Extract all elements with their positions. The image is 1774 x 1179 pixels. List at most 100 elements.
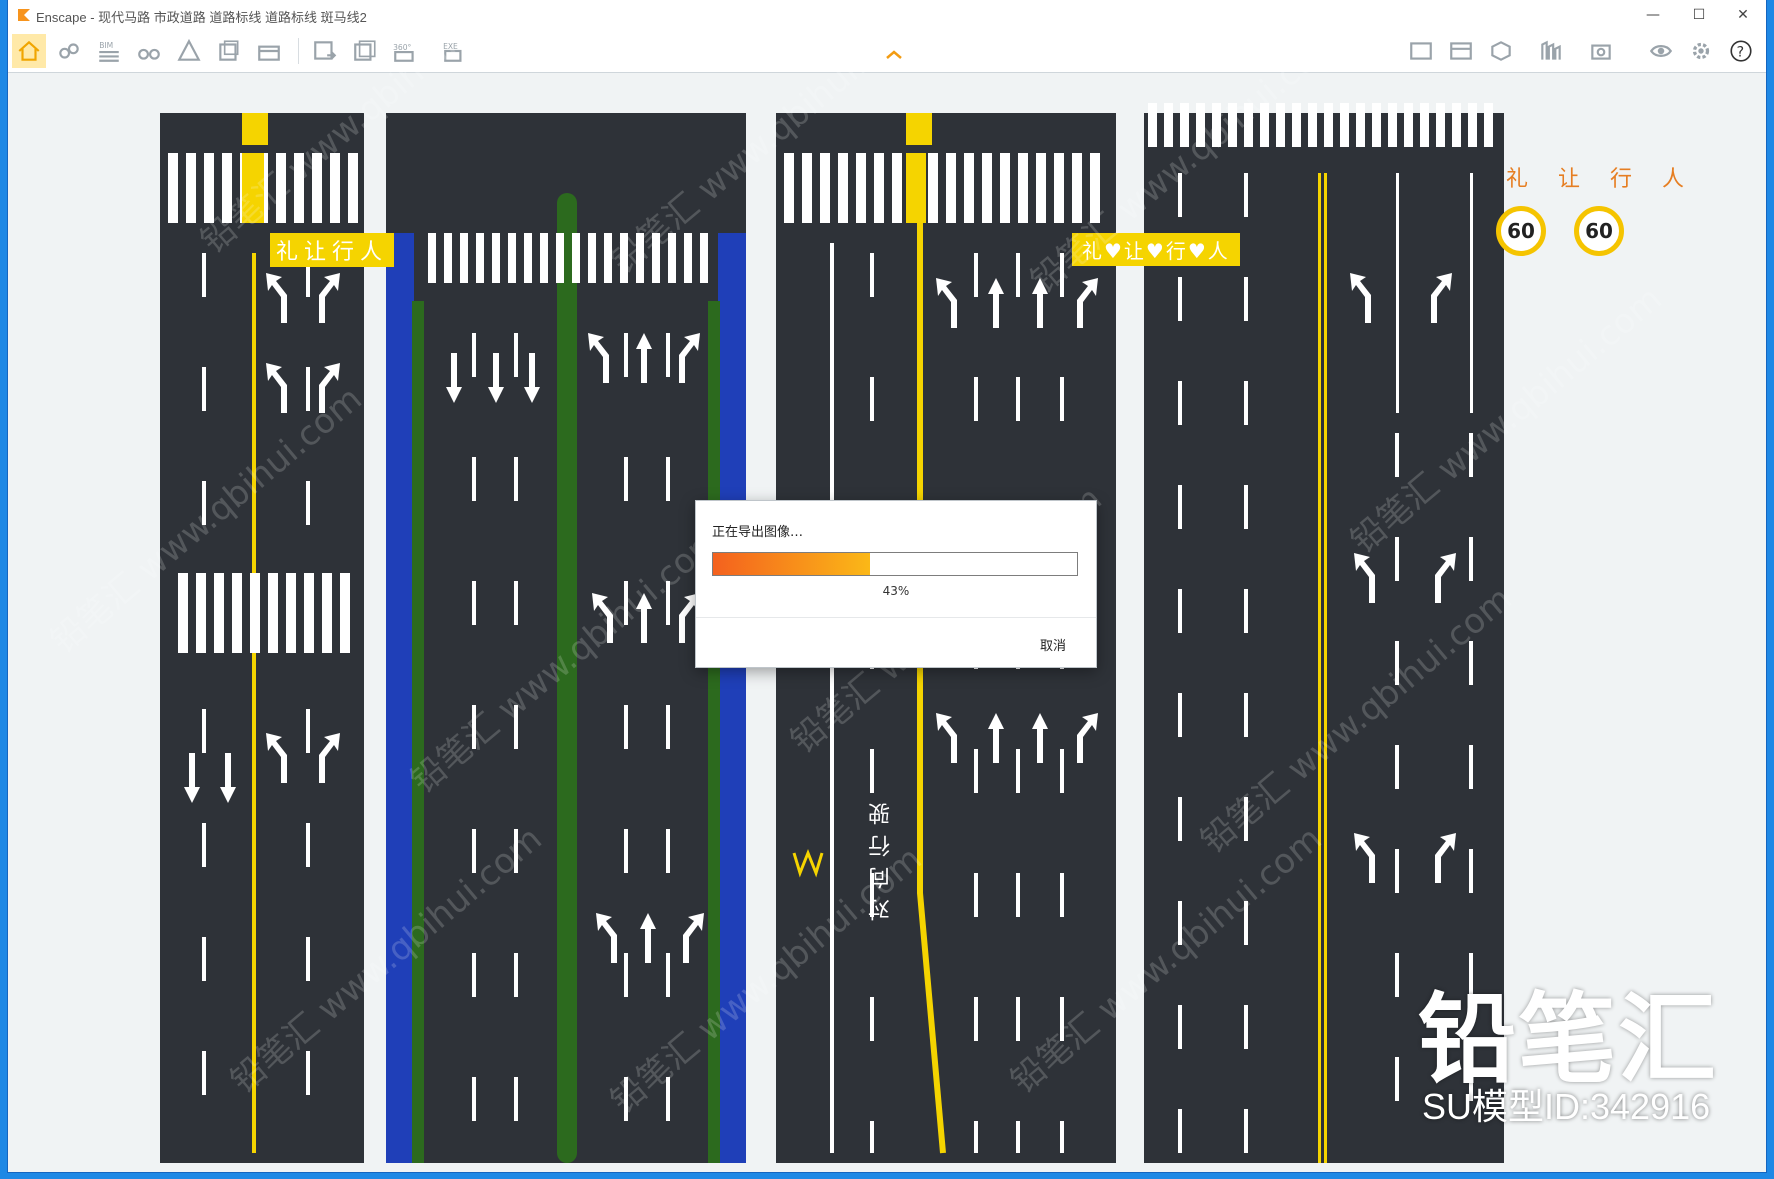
zebra-stripe (508, 233, 516, 283)
exe-export-button[interactable]: EXE (438, 34, 472, 68)
collapse-toolbar-icon[interactable] (885, 50, 903, 60)
home-button[interactable] (12, 34, 46, 68)
zebra-stripe (540, 233, 548, 283)
lane-dash (1244, 797, 1248, 841)
close-button[interactable]: ✕ (1720, 0, 1766, 30)
lane-dash (624, 829, 628, 873)
link-button[interactable] (52, 34, 86, 68)
lane-dash (202, 1051, 206, 1095)
svg-text:EXE: EXE (443, 42, 458, 51)
exe-export-icon: EXE (443, 42, 462, 62)
lane-dash (974, 997, 978, 1041)
lane-dash (1469, 849, 1473, 893)
zebra-stripe (178, 573, 188, 653)
screenshot-button[interactable] (308, 34, 342, 68)
floorplan-button[interactable] (252, 34, 286, 68)
lane-dash (624, 1077, 628, 1121)
zebra-stripe (604, 233, 612, 283)
settings-button[interactable] (1684, 34, 1718, 68)
zebra-stripe (322, 573, 332, 653)
material-button[interactable] (1484, 34, 1518, 68)
zebra-stripe (168, 153, 178, 223)
lane-dash (1178, 1005, 1182, 1049)
lane-dash (1395, 1057, 1399, 1101)
zebra-stripe (684, 233, 692, 283)
batch-render-button[interactable] (348, 34, 382, 68)
lane-dash (1178, 797, 1182, 841)
lane-dash (1244, 1109, 1248, 1153)
speed-limit-right: 60 (1574, 206, 1624, 256)
zebra-stripe (588, 233, 596, 283)
zebra-stripe (428, 233, 436, 283)
zebra-stripe (348, 153, 358, 223)
zebra-stripe (1196, 103, 1205, 147)
lane-dash (1244, 381, 1248, 425)
lane-dash (870, 377, 874, 421)
lane-dash (1244, 901, 1248, 945)
link-icon (59, 43, 79, 59)
minimize-button[interactable]: — (1630, 0, 1676, 30)
zebra-stripe (330, 153, 340, 223)
lane-dash (666, 1077, 670, 1121)
lane-dash (202, 937, 206, 981)
lane-dash (1016, 997, 1020, 1041)
lane-dash (1060, 1121, 1064, 1153)
cube-views-button[interactable] (212, 34, 246, 68)
lane-dash (306, 1051, 310, 1095)
zebra-stripe (286, 573, 296, 653)
progress-fill (713, 553, 870, 575)
lane-dash (514, 581, 518, 625)
zebra-stripe (856, 153, 866, 223)
zebra-stripe (1468, 103, 1477, 147)
lane-dash (666, 705, 670, 749)
cancel-button[interactable]: 取消 (1040, 635, 1066, 654)
bim-button[interactable]: BIM (92, 34, 126, 68)
zebra-stripe (214, 573, 224, 653)
panorama-button[interactable]: 360° (388, 34, 422, 68)
help-button[interactable]: ? (1724, 34, 1758, 68)
lane-dash (1178, 485, 1182, 529)
asset-library-button[interactable] (1534, 34, 1568, 68)
lane-dash (514, 953, 518, 997)
lane-dash (202, 253, 206, 297)
bike-crossing-marking (906, 153, 926, 223)
lane-dash (1178, 901, 1182, 945)
lane-dash (306, 709, 310, 753)
gallery-button[interactable] (1444, 34, 1478, 68)
zebra-stripe (524, 233, 532, 283)
lane-dash (1016, 253, 1020, 297)
lane-dash (202, 823, 206, 867)
title-bar: Enscape - 现代马路 市政道路 道路标线 道路标线 斑马线2 — ☐ ✕ (8, 0, 1766, 30)
zebra-stripe (1164, 103, 1173, 147)
capture-button[interactable] (1584, 34, 1618, 68)
lane-dash (514, 705, 518, 749)
zebra-stripe (460, 233, 468, 283)
views-button[interactable] (1404, 34, 1438, 68)
zebra-stripe (476, 233, 484, 283)
svg-text:360°: 360° (393, 43, 411, 52)
gallery-icon (1450, 42, 1472, 60)
zebra-stripe (1276, 103, 1285, 147)
lane-dash (1060, 873, 1064, 917)
lane-dash (870, 749, 874, 793)
lane-dash (472, 333, 476, 377)
lane-dash (202, 709, 206, 753)
visual-settings-button[interactable] (1644, 34, 1678, 68)
window-title: Enscape - 现代马路 市政道路 道路标线 道路标线 斑马线2 (36, 10, 367, 25)
dialog-title: 正在导出图像… (712, 525, 804, 540)
zebra-stripe (1484, 103, 1493, 147)
green-strip (412, 301, 424, 1163)
lane-dash (666, 829, 670, 873)
maximize-button[interactable]: ☐ (1676, 0, 1722, 30)
lane-dash (666, 333, 670, 377)
lane-dash (1016, 873, 1020, 917)
lane-dash (1469, 433, 1473, 477)
floorplan-icon (258, 45, 280, 61)
zebra-stripe (668, 233, 676, 283)
lane-dash (1178, 693, 1182, 737)
zebra-stripe (982, 153, 992, 223)
binoculars-button[interactable] (132, 34, 166, 68)
lane-dash (1244, 693, 1248, 737)
asset-button[interactable] (172, 34, 206, 68)
lane-dash (624, 581, 628, 625)
